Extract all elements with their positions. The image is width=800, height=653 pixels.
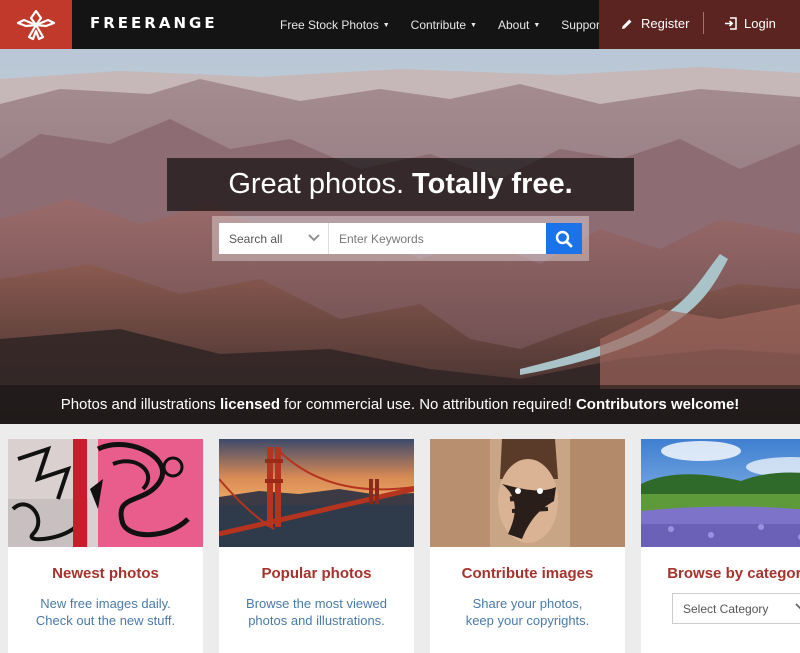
card-line: Check out the new stuff. (35, 613, 176, 628)
top-header: FREERANGE Free Stock Photos ▼ Contribute ▼… (0, 0, 800, 49)
card-title: Contribute images (461, 565, 594, 582)
tagline-bold2: Contributors welcome! (575, 396, 740, 413)
card-title: Newest photos (52, 565, 159, 582)
license-tagline: Photos and illustrations licensed for co… (0, 385, 800, 424)
card-newest-photos[interactable]: Newest photos New free images daily. Che… (8, 439, 203, 653)
pencil-icon (622, 19, 632, 29)
card-description: Browse the most viewed photos and illust… (219, 595, 414, 629)
login-label: Login (744, 16, 776, 31)
keyword-search-input[interactable] (329, 223, 546, 254)
search-scope-select[interactable]: Search all (219, 223, 329, 254)
card-contribute-images[interactable]: Contribute images Share your photos, kee… (430, 439, 625, 653)
popular-photos-image (219, 439, 414, 547)
main-nav: Free Stock Photos ▼ Contribute ▼ About ▼ Su… (280, 0, 635, 49)
card-title: Popular photos (261, 565, 372, 582)
tagline-bold1: licensed (219, 396, 280, 413)
caret-down-icon: ▼ (533, 21, 541, 29)
hero-banner: Great photos. Totally free. Search all P… (0, 49, 800, 424)
headline-regular: Great photos. (228, 168, 405, 200)
nav-about[interactable]: About ▼ (498, 18, 540, 32)
caret-down-icon: ▼ (470, 21, 477, 29)
logo[interactable] (0, 0, 72, 49)
register-link[interactable]: Register (621, 16, 689, 31)
headline-bold: Totally free. (412, 168, 573, 200)
nav-label: Contribute (410, 17, 467, 32)
browse-category-image (641, 439, 800, 547)
hero-headline: Great photos. Totally free. (167, 158, 634, 211)
brand-name[interactable]: FREERANGE (90, 14, 218, 32)
freerange-logo-icon (16, 9, 56, 40)
feature-cards: Newest photos New free images daily. Che… (0, 424, 800, 653)
nav-label: Support (561, 17, 604, 32)
nav-label: Free Stock Photos (280, 17, 379, 32)
category-select[interactable]: Select Category (672, 593, 800, 624)
card-line: keep your copyrights. (465, 613, 590, 628)
search-icon (555, 230, 573, 247)
card-title: Browse by category (667, 565, 800, 582)
card-popular-photos[interactable]: Popular photos Browse the most viewed ph… (219, 439, 414, 653)
chevron-down-icon (795, 603, 800, 610)
search-bar: Search all (212, 216, 589, 261)
card-description: New free images daily. Check out the new… (8, 595, 203, 629)
card-browse-by-category: Browse by category Select Category (641, 439, 800, 653)
newest-photos-image (8, 439, 203, 547)
card-line: Browse the most viewed (246, 596, 387, 611)
account-divider (703, 12, 704, 34)
search-scope-value: Search all (229, 232, 283, 246)
chevron-down-icon (308, 234, 320, 242)
nav-contribute[interactable]: Contribute ▼ (411, 18, 477, 32)
nav-free-stock-photos[interactable]: Free Stock Photos ▼ (280, 18, 390, 32)
sign-in-icon (725, 17, 737, 30)
tagline-part1: Photos and illustrations (60, 396, 220, 413)
contribute-images-image (430, 439, 625, 547)
tagline-part2: for commercial use. No attribution requi… (279, 396, 576, 413)
register-label: Register (641, 16, 690, 31)
nav-label: About (497, 17, 530, 32)
card-line: New free images daily. (40, 596, 171, 611)
caret-down-icon: ▼ (382, 21, 390, 29)
card-line: photos and illustrations. (248, 613, 385, 628)
search-button[interactable] (546, 223, 582, 254)
card-line: Share your photos, (472, 596, 583, 611)
account-area: Register Login (599, 0, 800, 49)
login-link[interactable]: Login (724, 16, 776, 31)
card-description: Share your photos, keep your copyrights. (430, 595, 625, 629)
category-select-value: Select Category (683, 602, 769, 616)
